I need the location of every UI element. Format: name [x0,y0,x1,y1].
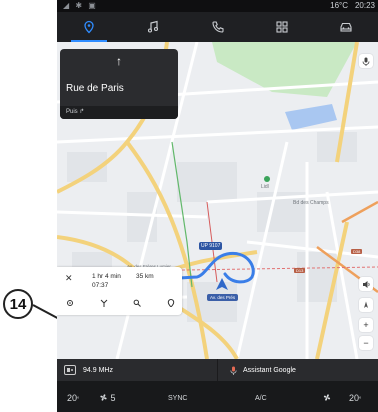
infotainment-screen: ◢ ✱ ▣ 16°C 20:23 Lidl Bd des Champs Av. … [57,0,378,412]
callout-pointer-line [32,304,60,320]
seat-fan-icon [323,394,331,401]
fan-speed[interactable]: 5 [99,393,116,403]
map-view[interactable]: Lidl Bd des Champs Av. des Frères Lumier… [57,42,378,359]
tab-vehicle[interactable] [314,12,378,42]
tab-phone[interactable] [185,12,249,42]
close-icon[interactable]: ✕ [65,273,73,284]
outside-temperature: 16°C [330,1,348,10]
trip-summary-card: ✕ 1 hr 4 min 35 km 07:37 [57,267,182,315]
driver-temperature-value: 20 [67,393,78,403]
route-split-icon [100,299,108,307]
search-along-route-button[interactable] [130,296,144,310]
assistant-label: Assistant Google [243,366,296,374]
assistant-mic-icon [230,366,237,375]
music-note-icon [148,20,159,33]
volume-button[interactable] [359,277,373,291]
trip-duration: 1 hr 4 min [92,273,121,280]
top-navigation [57,12,378,42]
turn-instruction-card[interactable]: ↑ Rue de Paris Puis ↱ [60,49,178,119]
compass-icon [364,301,368,308]
fan-speed-value: 5 [110,393,116,403]
fan-icon [100,394,107,401]
clock: 20:23 [354,1,375,10]
straight-arrow-icon: ↑ [116,54,122,68]
passenger-temperature-value: 20 [349,393,360,403]
microphone-icon [362,57,370,66]
next-street-name: Rue de Paris [66,83,124,94]
then-instruction: Puis ↱ [60,106,178,119]
location-icon [167,299,175,307]
settings-icon [67,300,73,306]
destination-info-button[interactable] [164,296,178,310]
trip-tools [63,296,178,310]
zoom-out-button[interactable]: − [359,336,373,350]
route-number-badge: UP 9107 [199,242,223,250]
compass-button[interactable] [359,298,373,312]
passenger-temperature[interactable]: 20° [349,393,361,403]
zoom-in-button[interactable]: + [359,318,373,332]
tab-apps[interactable] [250,12,314,42]
road-number-b: D38 [351,249,363,254]
map-label-street-1: Bd des Champs [293,200,329,206]
radio-station: 94.9 MHz [83,366,113,374]
route-options-button[interactable] [97,296,111,310]
arrival-time: 07:37 [92,282,109,289]
phone-icon [211,21,224,33]
radio-icon [64,365,76,375]
climate-bar: 20° 5 SYNC A/C 20° [57,381,378,412]
driver-temperature[interactable]: 20° [67,393,79,403]
assistant-widget[interactable]: Assistant Google [217,359,378,381]
sync-button[interactable]: SYNC [168,395,187,402]
voice-search-button[interactable] [359,54,373,68]
destination-label: Av. des Prés [207,294,239,301]
callout-marker: 14 [3,289,33,319]
plus-icon: + [363,320,369,330]
location-pin-icon [84,20,94,34]
map-label-park: Lidl [261,184,269,190]
car-icon [340,22,352,32]
speaker-icon [362,280,370,288]
radio-widget[interactable]: 94.9 MHz [57,359,217,381]
apps-grid-icon [276,21,288,33]
search-icon [133,299,142,307]
tab-music[interactable] [121,12,185,42]
road-number-a: D13 [294,268,306,273]
status-icons: ◢ ✱ ▣ [63,1,98,10]
route-settings-button[interactable] [63,296,77,310]
media-bar: 94.9 MHz Assistant Google [57,359,378,381]
minus-icon: − [363,338,369,348]
status-bar: ◢ ✱ ▣ 16°C 20:23 [57,0,378,12]
callout-number: 14 [9,295,27,313]
ac-button[interactable]: A/C [255,395,267,402]
seat-heat-button[interactable] [322,393,332,403]
trip-distance: 35 km [136,273,154,280]
tab-navigation[interactable] [57,12,121,42]
